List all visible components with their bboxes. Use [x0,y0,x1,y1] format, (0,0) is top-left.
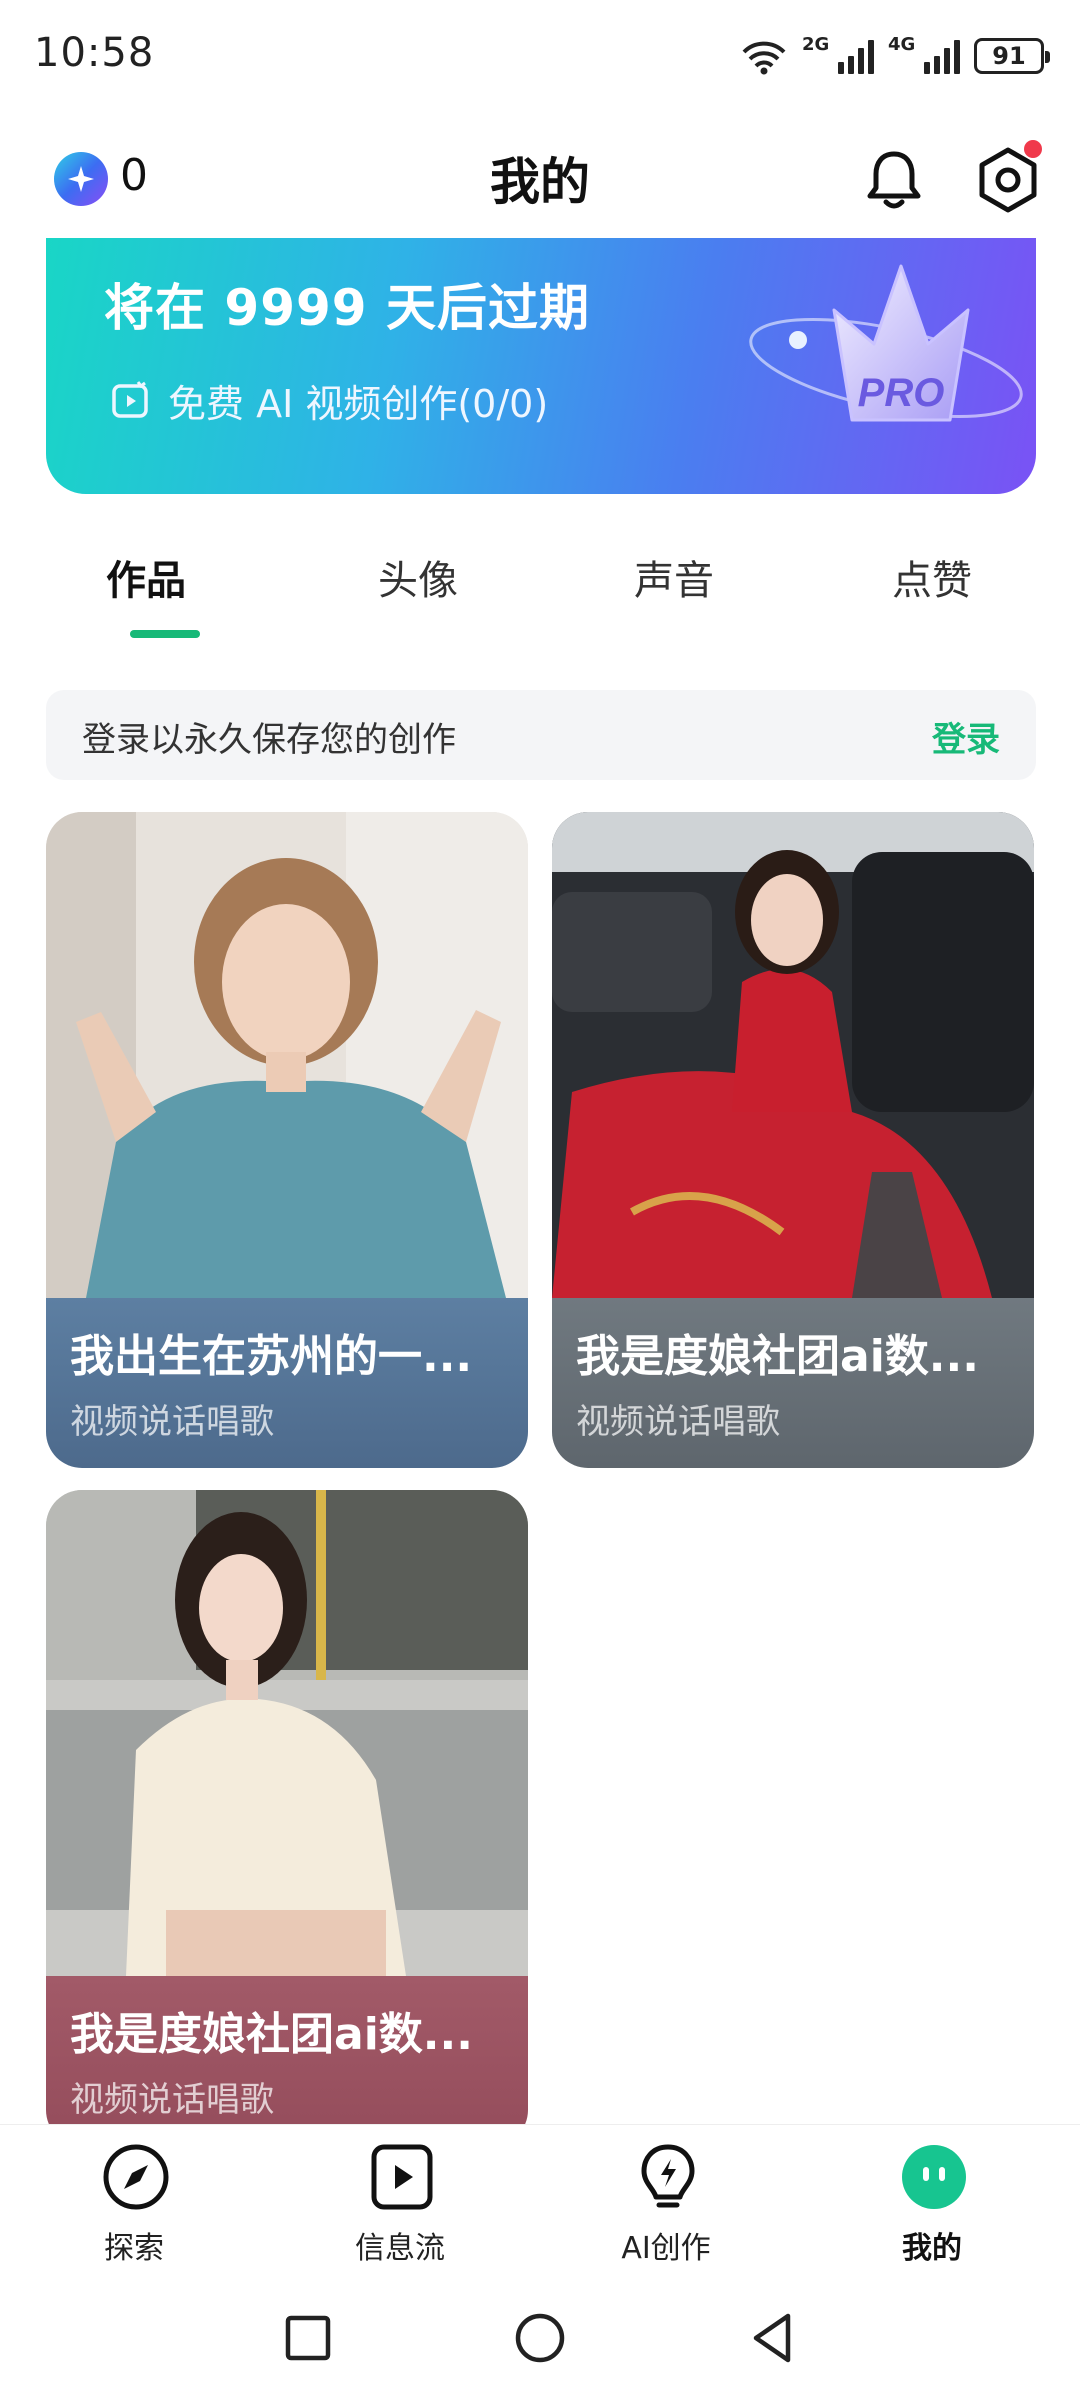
status-time: 10:58 [34,30,155,76]
status-icons: 2G 4G 91 [740,34,1050,78]
tab-voice[interactable]: 声音 [634,548,714,606]
nav-mine-label: 我的 [902,2231,962,2266]
tab-avatar[interactable]: 头像 [378,548,458,606]
work-thumbnail [46,812,528,1298]
work-type: 视频说话唱歌 [576,1402,780,1442]
nav-feed-label: 信息流 [355,2231,445,2266]
signal-sim1-icon: 2G [802,34,874,74]
work-title: 我是度娘社团ai数... [576,1331,979,1382]
wifi-icon [742,41,786,75]
battery-level: 91 [992,42,1026,70]
signal-sim2-label: 4G [888,34,916,55]
notification-dot [1024,140,1042,158]
work-card[interactable]: 我出生在苏州的一... 视频说话唱歌 [46,812,528,1468]
status-bar: 10:58 2G 4G 91 [0,0,1080,120]
banner-subtitle: 免费 AI 视频创作(0/0) [168,381,549,426]
nav-explore[interactable]: 探索 [64,2141,204,2271]
tab-indicator [130,630,200,638]
work-caption: 我是度娘社团ai数... 视频说话唱歌 [46,1976,528,2146]
tab-works[interactable]: 作品 [106,548,186,606]
bulb-icon [641,2144,695,2208]
work-type: 视频说话唱歌 [70,1402,274,1442]
nav-mine[interactable]: 我的 [862,2141,1002,2271]
tab-likes[interactable]: 点赞 [892,548,972,606]
work-card[interactable]: 我是度娘社团ai数... 视频说话唱歌 [46,1490,528,2146]
banner-title: 将在 9999 天后过期 [104,279,590,337]
signal-sim1-label: 2G [802,34,830,55]
video-create-icon [112,381,148,418]
nav-feed[interactable]: 信息流 [330,2141,470,2271]
app-header: 0 我的 [0,130,1080,240]
nav-explore-label: 探索 [104,2231,164,2266]
login-prompt: 登录以永久保存您的创作 登录 [46,690,1036,780]
work-title: 我是度娘社团ai数... [70,2009,473,2060]
login-button[interactable]: 登录 [932,712,1000,761]
work-title: 我出生在苏州的一... [70,1331,473,1382]
signal-sim2-icon: 4G [888,34,960,74]
system-navigation-bar [0,2280,1080,2400]
profile-face-icon [902,2145,966,2209]
pro-membership-banner[interactable]: 将在 9999 天后过期 免费 AI 视频创作(0/0) PRO [46,238,1036,494]
content-tabs: 作品 头像 声音 点赞 [0,548,1080,638]
back-icon[interactable] [742,2308,802,2368]
play-icon [371,2144,433,2210]
work-card[interactable]: 我是度娘社团ai数... 视频说话唱歌 [552,812,1034,1468]
work-thumbnail [46,1490,528,1976]
pro-crown-icon: PRO [749,264,1023,422]
work-thumbnail [552,812,1034,1298]
pro-badge-text: PRO [858,371,945,415]
login-prompt-text: 登录以永久保存您的创作 [82,720,456,760]
battery-icon: 91 [974,38,1050,74]
bottom-navigation: 探索 信息流 AI创作 我的 [0,2124,1080,2274]
work-caption: 我是度娘社团ai数... 视频说话唱歌 [552,1298,1034,1468]
work-caption: 我出生在苏州的一... 视频说话唱歌 [46,1298,528,1468]
banner-subtitle-row: 免费 AI 视频创作(0/0) [108,372,548,428]
nav-ai-create-label: AI创作 [621,2231,711,2266]
compass-icon [103,2144,169,2210]
bell-icon[interactable] [858,144,930,216]
recents-icon[interactable] [278,2308,338,2368]
work-type: 视频说话唱歌 [70,2080,274,2120]
nav-ai-create[interactable]: AI创作 [596,2141,736,2271]
home-icon[interactable] [510,2308,570,2368]
